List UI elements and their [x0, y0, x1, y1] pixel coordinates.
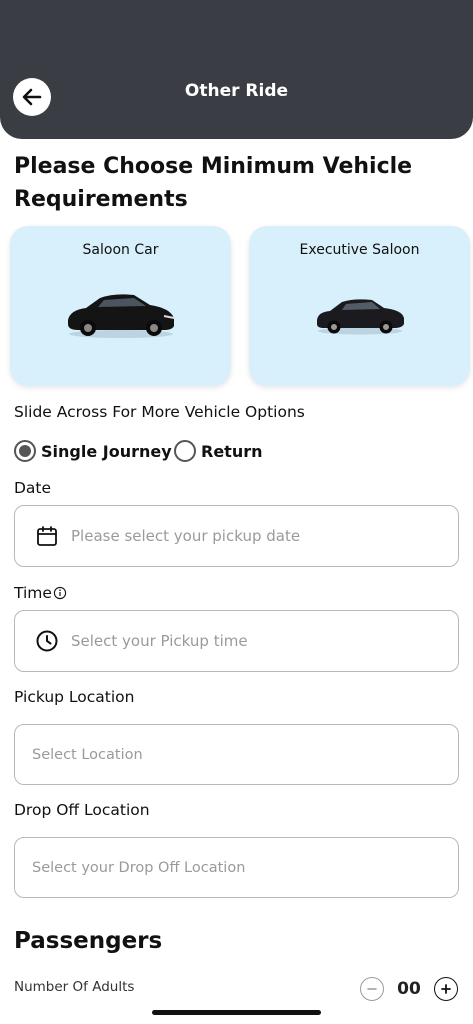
vehicle-card-saloon-car[interactable]: Saloon Car [10, 226, 231, 386]
car-icon [317, 299, 404, 335]
radio-return[interactable]: Return [174, 440, 263, 462]
radio-label: Return [201, 441, 263, 461]
vehicle-card-executive-saloon[interactable]: Executive Saloon [249, 226, 470, 386]
vehicle-requirements-heading: Please Choose Minimum Vehicle Requiremen… [14, 154, 413, 212]
pickup-placeholder: Select Location [32, 746, 143, 763]
vehicle-name: Saloon Car [82, 242, 159, 258]
adults-count: 00 [397, 979, 421, 999]
adults-stepper: 00 [360, 976, 458, 1002]
app-header: Other Ride [0, 0, 473, 139]
radio-button-unselected[interactable] [174, 440, 196, 462]
pickup-location-label: Pickup Location [14, 688, 135, 706]
plus-icon [441, 984, 451, 994]
time-placeholder: Select your Pickup time [71, 632, 248, 650]
radio-label: Single Journey [41, 441, 172, 461]
adults-label: Number Of Adults [14, 979, 135, 995]
radio-single-journey[interactable]: Single Journey [14, 440, 172, 462]
minus-icon [367, 988, 377, 990]
decrement-button[interactable] [360, 977, 384, 1001]
next-stepper-partial [360, 1018, 458, 1024]
info-icon[interactable] [53, 586, 67, 600]
clock-icon [36, 630, 58, 652]
time-label-row: Time [14, 584, 67, 602]
home-indicator [152, 1010, 321, 1015]
time-input[interactable]: Select your Pickup time [14, 610, 459, 672]
slide-hint-text: Slide Across For More Vehicle Options [14, 403, 305, 421]
date-placeholder: Please select your pickup date [71, 527, 301, 545]
dropoff-location-input[interactable]: Select your Drop Off Location [14, 837, 459, 898]
car-icon [68, 294, 175, 338]
date-label: Date [14, 479, 52, 497]
passengers-title: Passengers [14, 928, 163, 954]
calendar-icon [37, 526, 57, 546]
radio-button-selected[interactable] [14, 440, 36, 462]
dropoff-location-label: Drop Off Location [14, 801, 150, 819]
date-input[interactable]: Please select your pickup date [14, 505, 459, 567]
dropoff-placeholder: Select your Drop Off Location [32, 859, 246, 876]
vehicle-name: Executive Saloon [299, 242, 420, 258]
pickup-location-input[interactable]: Select Location [14, 724, 459, 785]
time-label: Time [14, 584, 52, 602]
page-title: Other Ride [184, 81, 289, 101]
increment-button[interactable] [433, 977, 458, 1001]
